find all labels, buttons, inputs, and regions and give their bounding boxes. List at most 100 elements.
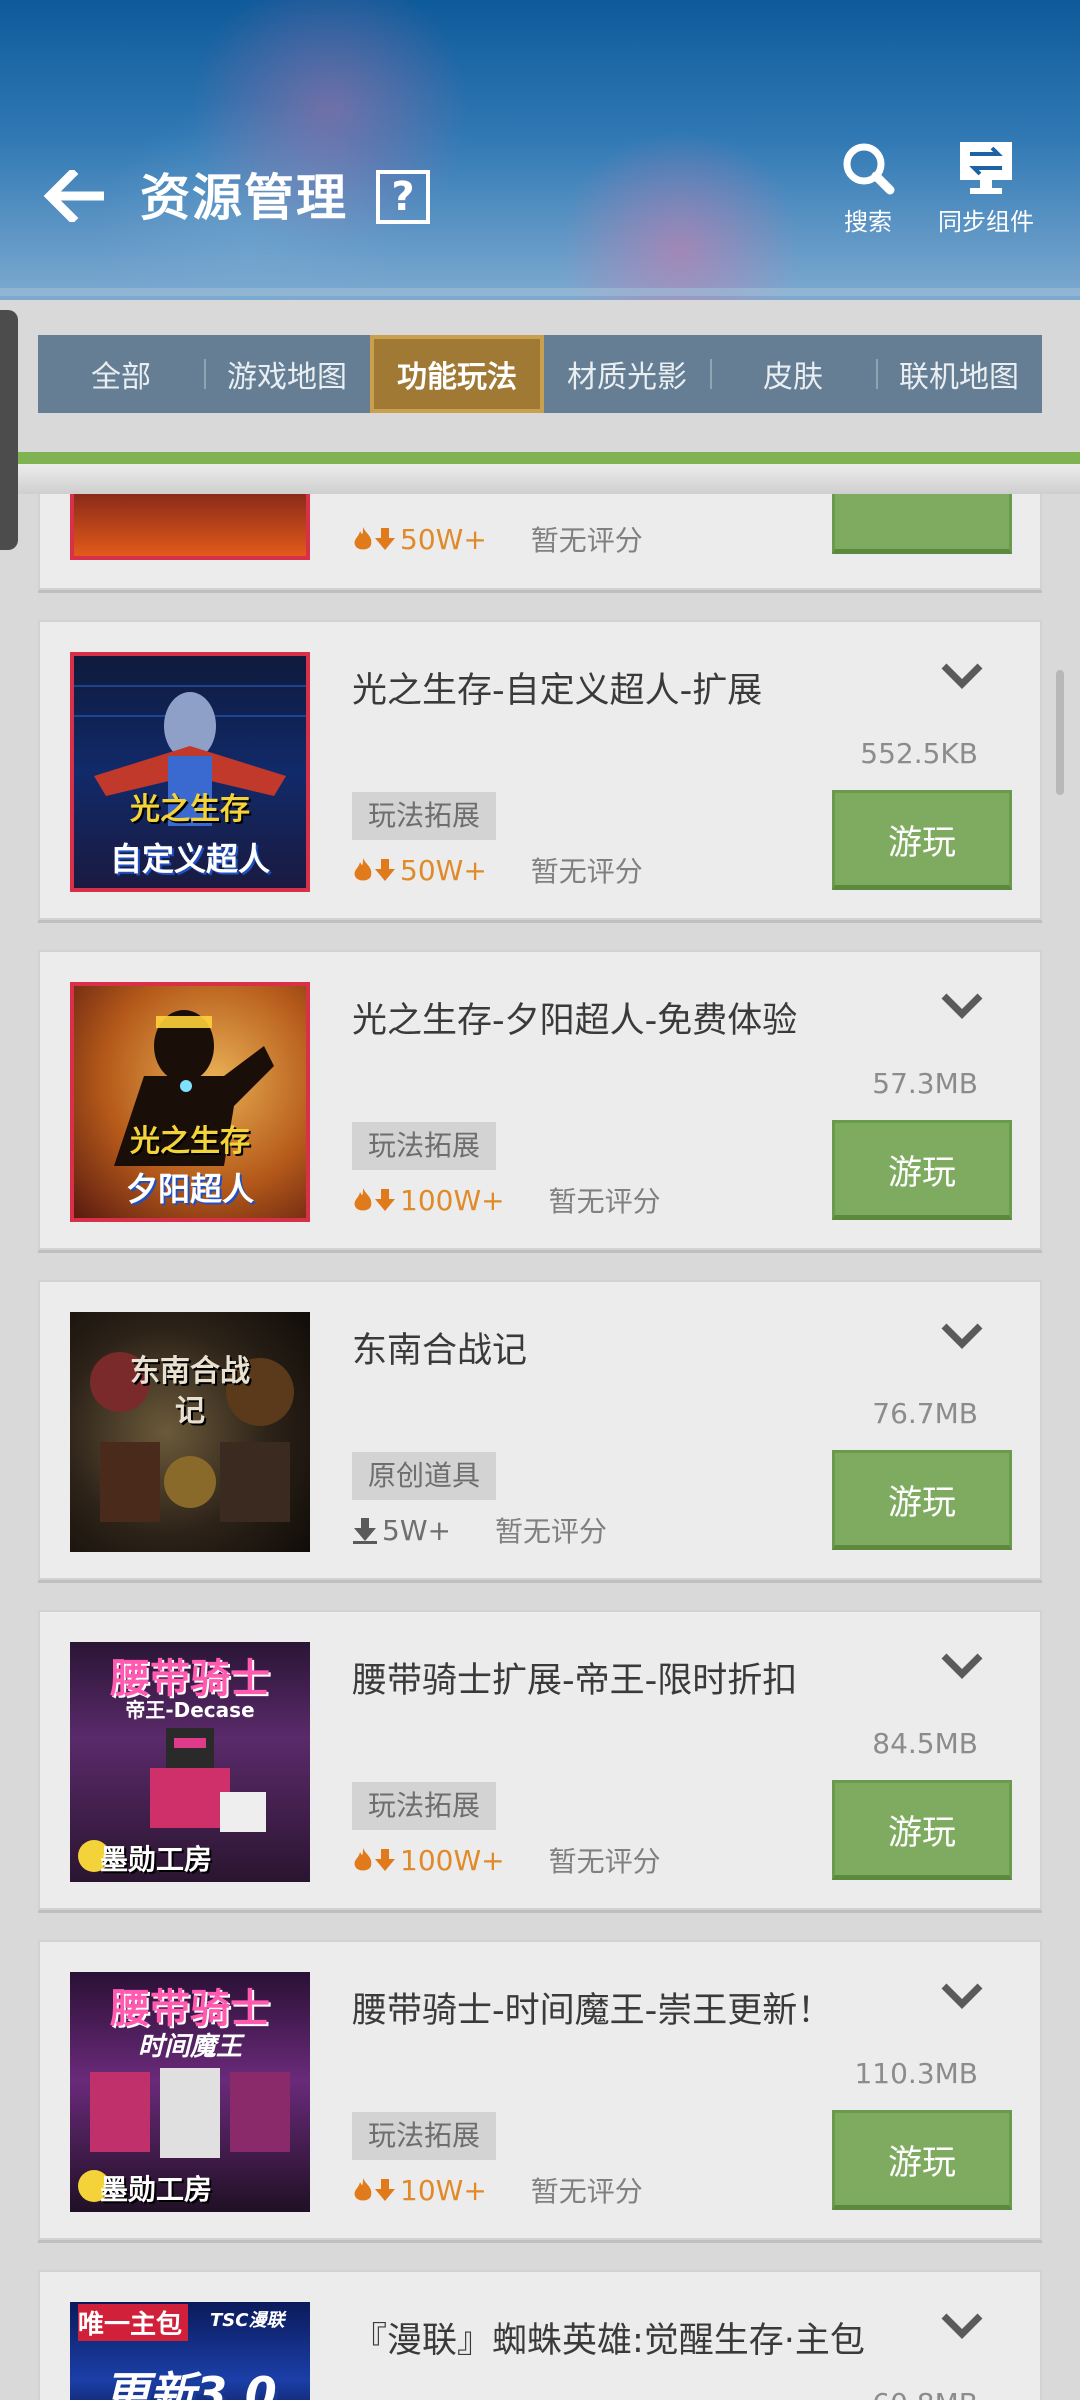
page-title: 资源管理 xyxy=(140,169,348,227)
app-header: 资源管理 ? 搜索 同步组件 xyxy=(0,0,1080,300)
rating-text: 暂无评分 xyxy=(530,855,643,888)
tab-underline xyxy=(0,452,1080,464)
category-tabs: 全部 游戏地图 功能玩法 材质光影 皮肤 联机地图 xyxy=(38,335,1042,413)
item-tag: 原创道具 xyxy=(352,1452,497,1500)
play-button[interactable]: 游玩 xyxy=(832,2110,1012,2210)
rating-text: 暂无评分 xyxy=(548,1185,661,1218)
help-button[interactable]: ? xyxy=(376,170,430,224)
search-label: 搜索 xyxy=(844,208,892,236)
item-size: 110.3MB xyxy=(854,2057,978,2090)
play-button[interactable]: 游玩 xyxy=(832,1120,1012,1220)
item-tag: 玩法拓展 xyxy=(352,1782,497,1830)
item-size: 76.7MB xyxy=(872,1397,978,1430)
fire-icon xyxy=(354,858,372,881)
download-arrow-icon xyxy=(375,528,395,550)
scrollbar-thumb[interactable] xyxy=(1056,670,1064,795)
item-title: 腰带骑士-时间魔王-崇王更新！ xyxy=(352,1991,833,2031)
item-stats: 50W+ 暂无评分 xyxy=(352,850,643,890)
thumb-caption: 更新3.0 xyxy=(103,2367,277,2400)
rating-text: 暂无评分 xyxy=(530,524,643,554)
item-thumbnail[interactable]: 腰带骑士 时间魔王 墨勋工房 xyxy=(70,1972,310,2212)
search-button[interactable]: 搜索 xyxy=(838,140,898,237)
thumb-caption: 自定义超人 xyxy=(109,840,270,878)
tab-gameplay[interactable]: 功能玩法 xyxy=(370,335,544,413)
download-arrow-icon xyxy=(353,1518,377,1544)
thumb-caption: 夕阳超人 xyxy=(125,1170,254,1208)
item-title: 光之生存-自定义超人-扩展 xyxy=(352,671,763,711)
item-stats: 100W+ 暂无评分 xyxy=(352,1180,661,1220)
item-title: 『漫联』蜘蛛英雄:觉醒生存·主包 xyxy=(352,2321,865,2361)
item-size: 552.5KB xyxy=(860,737,978,770)
item-tag: 玩法拓展 xyxy=(352,1122,497,1170)
thumb-caption: 光之生存 xyxy=(130,792,250,827)
item-stats: 50W+ 暂无评分 xyxy=(352,524,643,554)
item-title: 腰带骑士扩展-帝王-限时折扣 xyxy=(352,1661,798,1701)
play-button[interactable]: 游玩 xyxy=(832,790,1012,890)
chevron-down-icon[interactable] xyxy=(940,2310,984,2340)
download-arrow-icon xyxy=(375,1849,395,1871)
back-arrow-icon xyxy=(43,170,104,222)
item-size: 57.3MB xyxy=(872,1067,978,1100)
rating-text: 暂无评分 xyxy=(530,2175,643,2208)
fire-icon xyxy=(354,1188,372,1211)
item-title: 东南合战记 xyxy=(352,1331,528,1371)
download-count: 50W+ xyxy=(400,853,487,887)
item-size: 60.8MB xyxy=(872,2387,978,2400)
item-thumbnail[interactable]: 光之生存 自定义超人 xyxy=(70,652,310,892)
download-count: 100W+ xyxy=(400,1183,505,1217)
thumb-caption: TSC漫联 xyxy=(210,2310,285,2331)
item-title: 光之生存-夕阳超人-免费体验 xyxy=(352,1001,798,1041)
item-thumbnail[interactable]: 东南合战记 xyxy=(70,1312,310,1552)
list-item[interactable]: 腰带骑士 帝王-Decase 墨勋工房 腰带骑士扩展-帝王-限时折扣 84.5M… xyxy=(38,1610,1042,1910)
item-thumbnail[interactable]: 光之生存 夕阳超人 xyxy=(70,982,310,1222)
header-divider xyxy=(0,288,1080,296)
thumb-caption: 东南合战记 xyxy=(130,1354,250,1429)
rating-text: 暂无评分 xyxy=(548,1845,661,1878)
item-stats: 5W+ 暂无评分 xyxy=(352,1510,607,1550)
item-size: 84.5MB xyxy=(872,1727,978,1760)
thumb-caption: 唯一主包 xyxy=(78,2304,188,2341)
sync-icon xyxy=(960,142,1012,194)
list-item[interactable]: 光之生存 夕阳超人 光之生存-夕阳超人-免费体验 57.3MB 玩法拓展 100… xyxy=(38,950,1042,1250)
tab-skins[interactable]: 皮肤 xyxy=(710,335,876,413)
tab-textures[interactable]: 材质光影 xyxy=(544,335,710,413)
list-item[interactable]: 东南合战记 东南合战记 76.7MB 原创道具 5W+ 暂无评分 游玩 xyxy=(38,1280,1042,1580)
item-tag: 玩法拓展 xyxy=(352,2112,497,2160)
chevron-down-icon[interactable] xyxy=(940,990,984,1020)
list-item[interactable]: 腰带骑士 时间魔王 墨勋工房 腰带骑士-时间魔王-崇王更新！ 110.3MB 玩… xyxy=(38,1940,1042,2240)
chevron-down-icon[interactable] xyxy=(940,1650,984,1680)
tab-multiplayer-maps[interactable]: 联机地图 xyxy=(876,335,1042,413)
download-arrow-icon xyxy=(375,1189,395,1211)
list-item-partial: 50W+ 暂无评分 xyxy=(38,494,1042,590)
back-button[interactable] xyxy=(40,168,108,224)
list-top-shadow xyxy=(0,464,1080,494)
thumb-caption: 墨勋工房 xyxy=(100,2173,213,2206)
side-drawer-handle[interactable] xyxy=(0,310,18,550)
play-button[interactable] xyxy=(832,494,1012,554)
chevron-down-icon[interactable] xyxy=(940,660,984,690)
download-arrow-icon xyxy=(375,859,395,881)
item-stats: 100W+ 暂无评分 xyxy=(352,1840,661,1880)
fire-icon xyxy=(354,1848,372,1871)
sync-components-button[interactable]: 同步组件 xyxy=(938,140,1034,237)
download-count: 5W+ xyxy=(382,1513,451,1547)
tab-all[interactable]: 全部 xyxy=(38,335,204,413)
item-thumbnail[interactable]: 腰带骑士 帝王-Decase 墨勋工房 xyxy=(70,1642,310,1882)
tab-game-maps[interactable]: 游戏地图 xyxy=(204,335,370,413)
thumb-caption: 光之生存 xyxy=(130,1124,250,1159)
download-count: 50W+ xyxy=(400,524,487,554)
rating-text: 暂无评分 xyxy=(494,1515,607,1548)
chevron-down-icon[interactable] xyxy=(940,1980,984,2010)
sync-label: 同步组件 xyxy=(938,208,1034,236)
item-tag: 玩法拓展 xyxy=(352,792,497,840)
item-thumbnail[interactable] xyxy=(70,494,310,560)
fire-icon xyxy=(354,527,372,550)
play-button[interactable]: 游玩 xyxy=(832,1780,1012,1880)
chevron-down-icon[interactable] xyxy=(940,1320,984,1350)
play-button[interactable]: 游玩 xyxy=(832,1450,1012,1550)
fire-icon xyxy=(354,2178,372,2201)
thumb-caption: 墨勋工房 xyxy=(100,1843,213,1876)
item-thumbnail[interactable]: 唯一主包 TSC漫联 更新3.0 xyxy=(70,2302,310,2400)
list-item[interactable]: 光之生存 自定义超人 光之生存-自定义超人-扩展 552.5KB 玩法拓展 50… xyxy=(38,620,1042,920)
list-item[interactable]: 唯一主包 TSC漫联 更新3.0 『漫联』蜘蛛英雄:觉醒生存·主包 60.8MB xyxy=(38,2270,1042,2400)
